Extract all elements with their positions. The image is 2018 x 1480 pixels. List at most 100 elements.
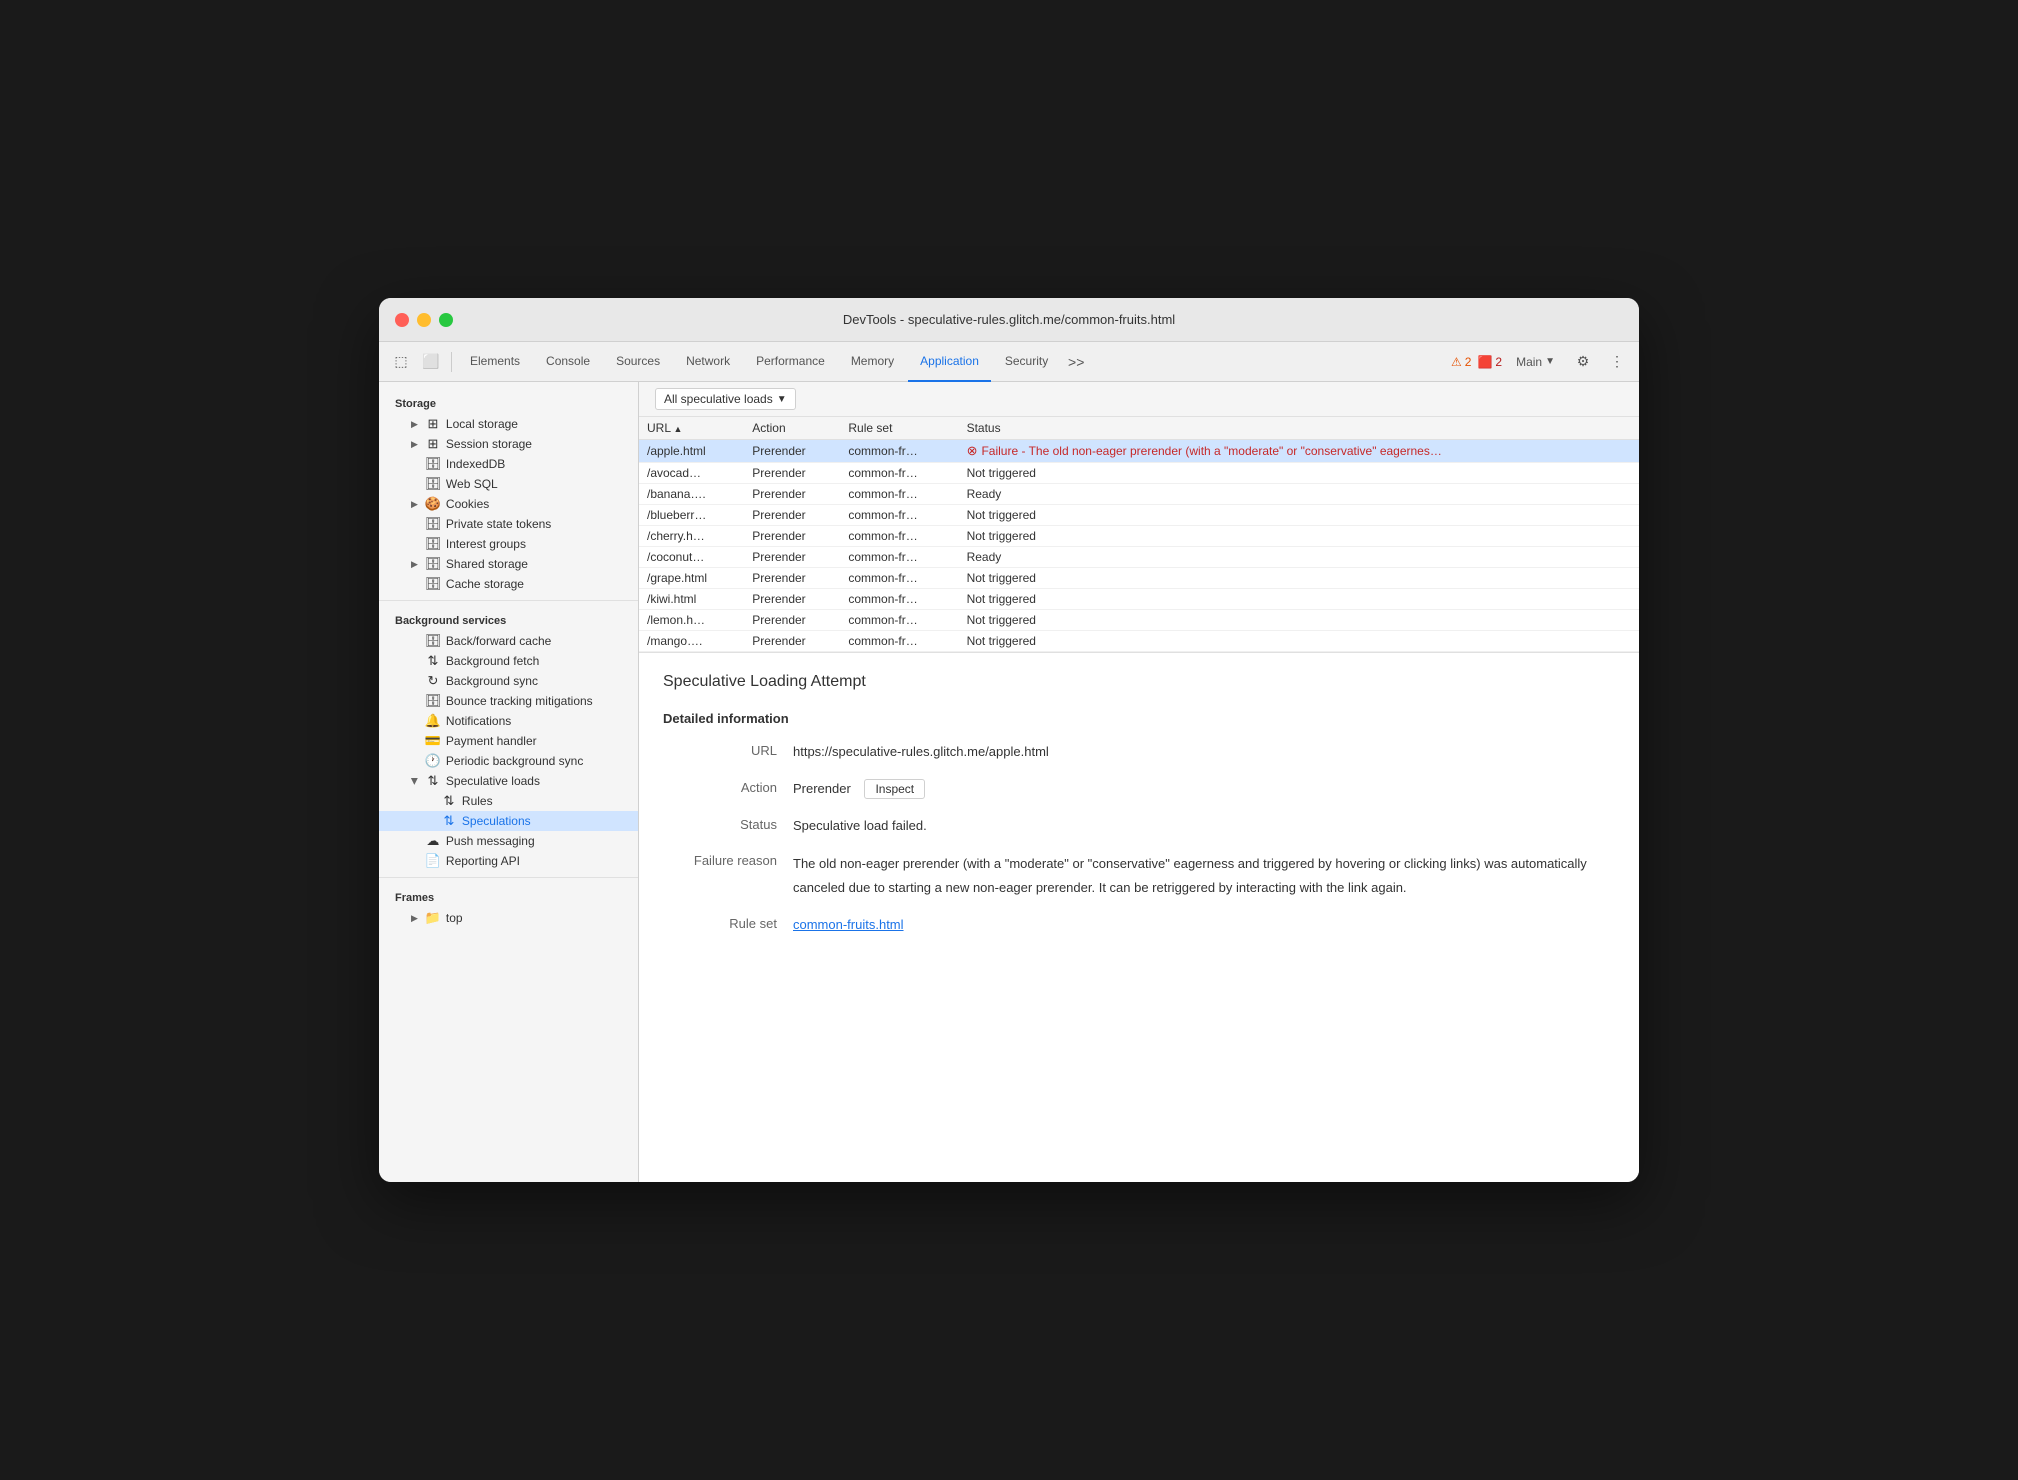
tab-security[interactable]: Security <box>993 342 1060 382</box>
cell-url: /grape.html <box>639 568 744 589</box>
table-row[interactable]: /lemon.h…Prerendercommon-fr…Not triggere… <box>639 610 1639 631</box>
minimize-button[interactable] <box>417 313 431 327</box>
tab-memory[interactable]: Memory <box>839 342 906 382</box>
folder-icon: 📁 <box>426 911 440 925</box>
speculations-table: URL Action Rule set Status /apple.htmlPr… <box>639 417 1639 653</box>
cell-ruleset: common-fr… <box>840 526 958 547</box>
cell-status: Not triggered <box>959 631 1639 652</box>
close-button[interactable] <box>395 313 409 327</box>
warning-badge[interactable]: ⚠ 2 <box>1451 355 1471 369</box>
sidebar-item-private-state[interactable]: ▶ 🗄 Private state tokens <box>379 514 638 534</box>
sidebar-item-cache-storage[interactable]: ▶ 🗄 Cache storage <box>379 574 638 594</box>
background-section-header: Background services <box>379 607 638 631</box>
sidebar-item-bounce-tracking[interactable]: ▶ 🗄 Bounce tracking mitigations <box>379 691 638 711</box>
tab-sources[interactable]: Sources <box>604 342 672 382</box>
error-count: 2 <box>1495 355 1502 369</box>
frames-section-header: Frames <box>379 884 638 908</box>
cell-status: Not triggered <box>959 589 1639 610</box>
cylinder-icon: 🗄 <box>426 517 440 531</box>
inspect-button[interactable]: Inspect <box>864 779 925 799</box>
tab-network[interactable]: Network <box>674 342 742 382</box>
settings-icon[interactable]: ⚙ <box>1569 348 1597 376</box>
sidebar-item-rules[interactable]: ▶ ⇅ Rules <box>379 791 638 811</box>
tab-elements[interactable]: Elements <box>458 342 532 382</box>
sidebar-item-payment-handler[interactable]: ▶ 💳 Payment handler <box>379 731 638 751</box>
ruleset-link[interactable]: common-fruits.html <box>793 917 904 932</box>
tab-application[interactable]: Application <box>908 342 991 382</box>
cell-url: /kiwi.html <box>639 589 744 610</box>
sidebar-item-websql[interactable]: ▶ 🗄 Web SQL <box>379 474 638 494</box>
sidebar-item-cookies[interactable]: ▶ 🍪 Cookies <box>379 494 638 514</box>
sidebar-item-shared-storage[interactable]: ▶ 🗄 Shared storage <box>379 554 638 574</box>
cylinder-icon: 🗄 <box>426 694 440 708</box>
sidebar-item-label: Interest groups <box>446 537 526 551</box>
table-row[interactable]: /kiwi.htmlPrerendercommon-fr…Not trigger… <box>639 589 1639 610</box>
table-row[interactable]: /blueberr…Prerendercommon-fr…Not trigger… <box>639 505 1639 526</box>
table-row[interactable]: /banana….Prerendercommon-fr…Ready <box>639 484 1639 505</box>
sidebar-item-session-storage[interactable]: ▶ ⊞ Session storage <box>379 434 638 454</box>
filter-dropdown[interactable]: All speculative loads ▼ <box>655 388 796 410</box>
cell-action: Prerender <box>744 526 840 547</box>
cell-action: Prerender <box>744 547 840 568</box>
col-action[interactable]: Action <box>744 417 840 440</box>
main-dropdown[interactable]: Main ▼ <box>1508 342 1563 382</box>
detail-row-failure: Failure reason The old non-eager prerend… <box>663 852 1615 899</box>
error-badge[interactable]: 🟥 2 <box>1477 355 1502 369</box>
table-row[interactable]: /coconut…Prerendercommon-fr…Ready <box>639 547 1639 568</box>
rules-icon: ⇅ <box>442 794 456 808</box>
sidebar-item-label: Cookies <box>446 497 489 511</box>
more-options-icon[interactable]: ⋮ <box>1603 348 1631 376</box>
sidebar-item-label: Periodic background sync <box>446 754 583 768</box>
sidebar-item-notifications[interactable]: ▶ 🔔 Notifications <box>379 711 638 731</box>
grid-icon: ⊞ <box>426 437 440 451</box>
sidebar-divider <box>379 600 638 601</box>
col-url[interactable]: URL <box>639 417 744 440</box>
col-ruleset[interactable]: Rule set <box>840 417 958 440</box>
sidebar-item-periodic-sync[interactable]: ▶ 🕐 Periodic background sync <box>379 751 638 771</box>
table-row[interactable]: /cherry.h…Prerendercommon-fr…Not trigger… <box>639 526 1639 547</box>
device-icon[interactable]: ⬜ <box>417 348 445 376</box>
maximize-button[interactable] <box>439 313 453 327</box>
sidebar-item-back-forward[interactable]: ▶ 🗄 Back/forward cache <box>379 631 638 651</box>
tab-performance[interactable]: Performance <box>744 342 837 382</box>
sidebar-item-background-fetch[interactable]: ▶ ⇅ Background fetch <box>379 651 638 671</box>
cell-action: Prerender <box>744 463 840 484</box>
sidebar-item-reporting-api[interactable]: ▶ 📄 Reporting API <box>379 851 638 871</box>
cell-ruleset: common-fr… <box>840 610 958 631</box>
clock-icon: 🕐 <box>426 754 440 768</box>
failure-label: Failure reason <box>663 852 793 899</box>
sidebar-item-speculations[interactable]: ▶ ⇅ Speculations <box>379 811 638 831</box>
sidebar-item-push-messaging[interactable]: ▶ ☁ Push messaging <box>379 831 638 851</box>
sidebar-item-top[interactable]: ▶ 📁 top <box>379 908 638 928</box>
devtools-toolbar: ⬚ ⬜ Elements Console Sources Network Per… <box>379 342 1639 382</box>
cell-action: Prerender <box>744 589 840 610</box>
table-row[interactable]: /avocad…Prerendercommon-fr…Not triggered <box>639 463 1639 484</box>
cylinder-icon: 🗄 <box>426 537 440 551</box>
cursor-icon[interactable]: ⬚ <box>387 348 415 376</box>
speculative-icon: ⇅ <box>426 774 440 788</box>
cell-ruleset: common-fr… <box>840 547 958 568</box>
cell-url: /blueberr… <box>639 505 744 526</box>
table-row[interactable]: /grape.htmlPrerendercommon-fr…Not trigge… <box>639 568 1639 589</box>
sync-icon: ↻ <box>426 674 440 688</box>
cell-action: Prerender <box>744 440 840 463</box>
detail-panel: Speculative Loading Attempt Detailed inf… <box>639 653 1639 1182</box>
more-tabs-button[interactable]: >> <box>1062 348 1090 376</box>
sidebar-item-label: Bounce tracking mitigations <box>446 694 593 708</box>
cell-url: /banana…. <box>639 484 744 505</box>
col-status[interactable]: Status <box>959 417 1639 440</box>
sidebar-item-interest-groups[interactable]: ▶ 🗄 Interest groups <box>379 534 638 554</box>
sidebar-item-speculative-loads[interactable]: ▶ ⇅ Speculative loads <box>379 771 638 791</box>
table-row[interactable]: /apple.htmlPrerendercommon-fr…⊗Failure -… <box>639 440 1639 463</box>
sidebar-item-local-storage[interactable]: ▶ ⊞ Local storage <box>379 414 638 434</box>
cell-ruleset: common-fr… <box>840 631 958 652</box>
speculations-icon: ⇅ <box>442 814 456 828</box>
table-row[interactable]: /mango….Prerendercommon-fr…Not triggered <box>639 631 1639 652</box>
content-area: All speculative loads ▼ URL Action Rule … <box>639 382 1639 1182</box>
sidebar-item-background-sync[interactable]: ▶ ↻ Background sync <box>379 671 638 691</box>
action-value: Prerender Inspect <box>793 779 1615 800</box>
error-icon: 🟥 <box>1477 355 1492 369</box>
sidebar-item-indexeddb[interactable]: ▶ 🗄 IndexedDB <box>379 454 638 474</box>
tab-console[interactable]: Console <box>534 342 602 382</box>
traffic-lights <box>395 313 453 327</box>
